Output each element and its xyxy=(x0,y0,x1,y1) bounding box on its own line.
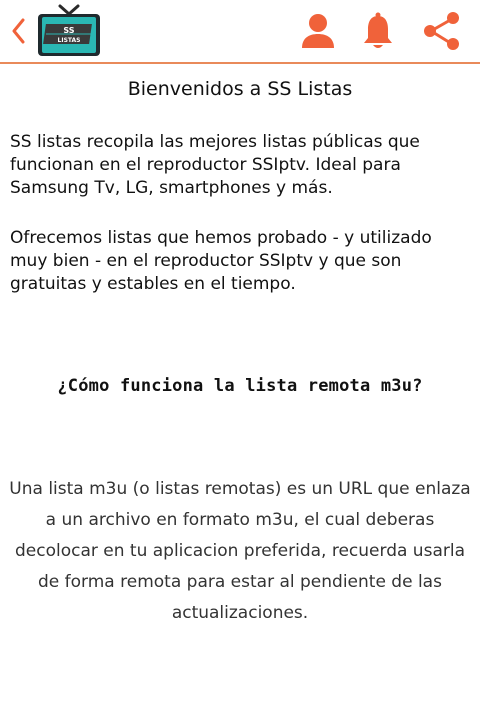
back-button[interactable] xyxy=(6,14,30,48)
notifications-button[interactable] xyxy=(358,10,398,52)
section-heading: ¿Cómo funciona la lista remota m3u? xyxy=(57,376,423,396)
tv-logo-icon: SS LISTAS xyxy=(38,4,100,56)
offer-paragraph: Ofrecemos listas que hemos probado - y u… xyxy=(10,228,432,294)
app-logo: SS LISTAS xyxy=(34,2,104,60)
share-icon xyxy=(424,12,459,50)
share-button[interactable] xyxy=(422,10,462,52)
intro-paragraph: SS listas recopila las mejores listas pú… xyxy=(10,132,420,198)
top-bar: SS LISTAS xyxy=(0,0,480,64)
m3u-explanation-paragraph: Una lista m3u (o listas remotas) es un U… xyxy=(9,479,471,623)
bell-icon xyxy=(364,12,392,48)
back-arrow-icon xyxy=(12,18,25,44)
logo-text-top: SS xyxy=(63,26,74,35)
logo-text-bottom: LISTAS xyxy=(58,37,81,44)
page-title: Bienvenidos a SS Listas xyxy=(127,78,353,100)
user-button[interactable] xyxy=(298,10,338,52)
user-icon xyxy=(302,14,334,48)
